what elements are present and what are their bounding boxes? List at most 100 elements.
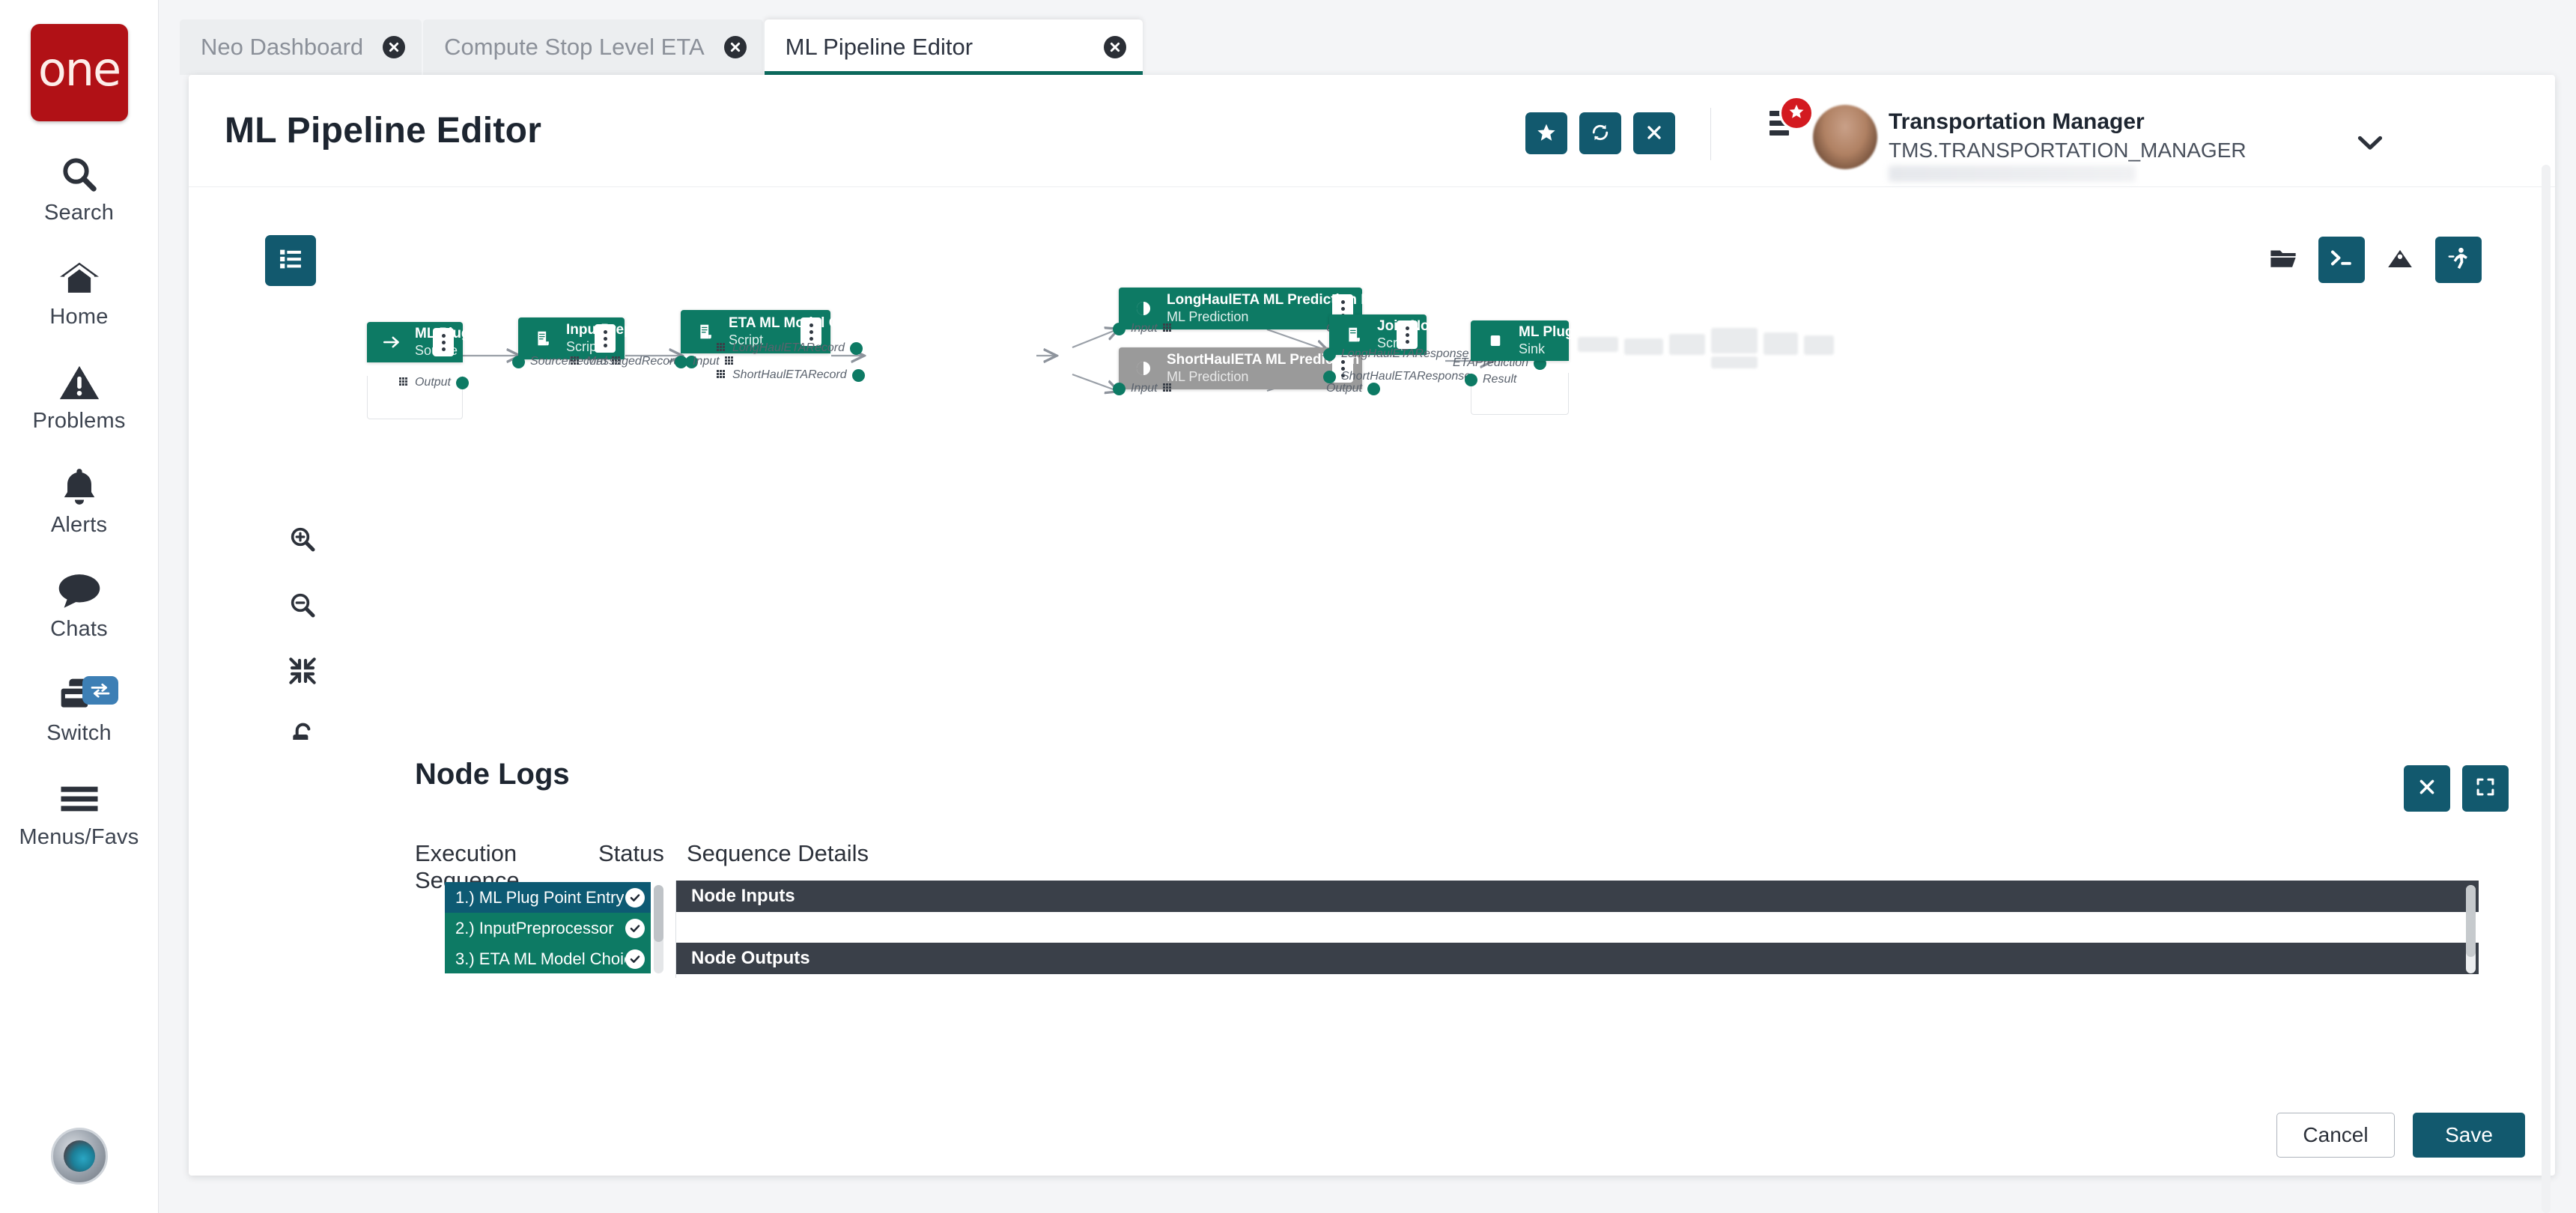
sidebar-item-problems[interactable]: Problems	[0, 359, 159, 434]
node-input-port[interactable]: Result	[1465, 373, 1516, 386]
status-badge	[625, 949, 645, 969]
sidebar-item-search[interactable]: Search	[0, 151, 159, 225]
node-input-port-shorthaul[interactable]: ShortHaulETAResponse	[1323, 370, 1471, 383]
sidebar-item-label: Alerts	[50, 513, 108, 537]
port-dot	[1113, 322, 1126, 335]
star-icon	[1536, 122, 1557, 145]
node-menu-icon[interactable]	[1397, 320, 1418, 349]
cancel-button[interactable]: Cancel	[2276, 1113, 2395, 1158]
node-header[interactable]: ML Plug Point Entry Source	[367, 322, 550, 362]
port-dot	[1367, 382, 1381, 395]
node-output-port[interactable]: Output	[398, 376, 469, 389]
fullscreen-icon	[2475, 776, 2496, 801]
grid-icon	[724, 356, 735, 367]
script-icon	[1341, 326, 1367, 343]
sidebar-item-alerts[interactable]: Alerts	[0, 463, 159, 538]
chevron-down-icon[interactable]	[2357, 135, 2383, 155]
node-input-port-longhaul[interactable]: LongHaulETAResponse	[1323, 347, 1468, 361]
open-folder-button[interactable]	[2260, 237, 2306, 283]
node-ml-plug-point-entry[interactable]: ML Plug Point Entry Source Output	[367, 322, 550, 419]
node-input-port[interactable]: Input	[1113, 322, 1173, 335]
star-icon	[1787, 103, 1805, 124]
node-ml-plug-point-return[interactable]: ML Plug Point Return Sink Result	[1465, 320, 1663, 415]
port-dot	[456, 376, 469, 389]
tab-compute-stop-level-eta[interactable]: Compute Stop Level ETA	[423, 19, 763, 75]
sidebar-item-home[interactable]: Home	[0, 255, 159, 329]
sequence-label: 3.) ETA ML Model Choice Node	[455, 949, 625, 968]
node-output-port-shorthaul[interactable]: ShortHaulETARecord	[717, 368, 865, 382]
zoom-in-icon	[288, 524, 318, 558]
column-sequence-details: Sequence Details	[687, 840, 869, 866]
node-name: InputPreprocessor	[566, 322, 693, 338]
tab-neo-dashboard[interactable]: Neo Dashboard	[180, 19, 422, 75]
node-header[interactable]: InputPreprocessor Script	[518, 317, 693, 359]
sequence-list-scrollbar[interactable]	[654, 885, 663, 973]
node-menu-icon[interactable]	[433, 328, 454, 356]
node-input-preprocessor[interactable]: InputPreprocessor Script	[518, 317, 693, 359]
zoom-out-button[interactable]	[285, 589, 321, 624]
port-dot	[512, 355, 525, 368]
avatar[interactable]	[1813, 105, 1877, 169]
refresh-icon	[1590, 122, 1611, 145]
list-item[interactable]: 3.) ETA ML Model Choice Node	[445, 943, 651, 973]
port-label: ShortHaulETARecord	[732, 368, 847, 381]
brand-logo[interactable]: one	[30, 24, 128, 121]
node-output-port[interactable]: Output	[1326, 382, 1381, 395]
close-icon[interactable]	[723, 36, 747, 58]
details-scrollbar[interactable]	[2466, 885, 2476, 973]
brand-logo-text: one	[37, 42, 121, 97]
favorite-button[interactable]	[1525, 112, 1567, 154]
close-button[interactable]	[1633, 112, 1675, 154]
search-icon	[59, 151, 100, 198]
sidebar-item-chats[interactable]: Chats	[0, 568, 159, 642]
port-dot	[675, 355, 687, 368]
port-label: Input	[1131, 382, 1158, 395]
page-scrollbar[interactable]	[2542, 165, 2551, 1213]
expand-logs-button[interactable]	[2462, 765, 2509, 812]
globe-avatar-icon[interactable]	[50, 1128, 108, 1185]
pipeline-canvas[interactable]: ML Plug Point Entry Source Output	[219, 208, 2525, 740]
grid-icon	[398, 377, 410, 388]
lock-button[interactable]	[285, 720, 321, 740]
console-button[interactable]	[2318, 237, 2365, 283]
node-input-port[interactable]: Input	[1113, 382, 1173, 395]
user-info-block[interactable]: Transportation Manager TMS.TRANSPORTATIO…	[1889, 109, 2308, 182]
sidebar-item-label: Problems	[32, 409, 126, 433]
list-view-button[interactable]	[265, 235, 316, 286]
port-dot	[1113, 382, 1126, 395]
port-label: LongHaulETARecord	[732, 341, 845, 354]
column-status: Status	[598, 840, 664, 866]
fit-to-screen-button[interactable]	[285, 654, 321, 690]
unlock-icon	[289, 722, 316, 740]
sidebar-item-menus-favs[interactable]: Menus/Favs	[0, 776, 159, 850]
node-inputs-body	[676, 912, 2479, 943]
port-label: LongHaulETAResponse	[1341, 347, 1469, 360]
close-logs-button[interactable]	[2404, 765, 2450, 812]
port-label: ShortHaulETAResponse	[1341, 370, 1471, 383]
sidebar-item-label: Home	[49, 305, 109, 329]
close-icon[interactable]	[383, 36, 406, 58]
list-item[interactable]: 1.) ML Plug Point Entry	[445, 882, 651, 913]
run-button[interactable]	[2435, 237, 2482, 283]
zoom-in-button[interactable]	[285, 523, 321, 559]
swap-arrows-icon[interactable]	[82, 676, 118, 705]
close-icon[interactable]	[1103, 36, 1126, 58]
node-output-port-longhaul[interactable]: LongHaulETARecord	[717, 341, 863, 355]
node-header[interactable]: ML Plug Point Return Sink	[1471, 320, 1663, 361]
refresh-button[interactable]	[1579, 112, 1621, 154]
node-input-port[interactable]: Input	[675, 355, 735, 368]
node-inputs-header: Node Inputs	[676, 881, 2479, 912]
execution-sequence-list[interactable]: 1.) ML Plug Point Entry 2.) InputPreproc…	[445, 882, 651, 973]
node-titles: LongHaulETA ML Prediction Node ML Predic…	[1167, 292, 1397, 325]
favorite-badge[interactable]	[1779, 96, 1814, 130]
tab-ml-pipeline-editor[interactable]: ML Pipeline Editor	[764, 19, 1143, 75]
list-item[interactable]: 2.) InputPreprocessor	[445, 913, 651, 943]
sidebar-item-switch[interactable]: Switch	[0, 672, 159, 746]
node-subtitle: ML Prediction	[1167, 308, 1249, 324]
image-button[interactable]	[2377, 237, 2423, 283]
page-panel: ML Pipeline Editor Transportation Manage…	[189, 75, 2555, 1213]
port-dot	[1323, 347, 1336, 361]
save-button[interactable]: Save	[2413, 1113, 2525, 1158]
node-menu-icon[interactable]	[595, 324, 616, 353]
node-subtitle: Sink	[1519, 341, 1546, 356]
